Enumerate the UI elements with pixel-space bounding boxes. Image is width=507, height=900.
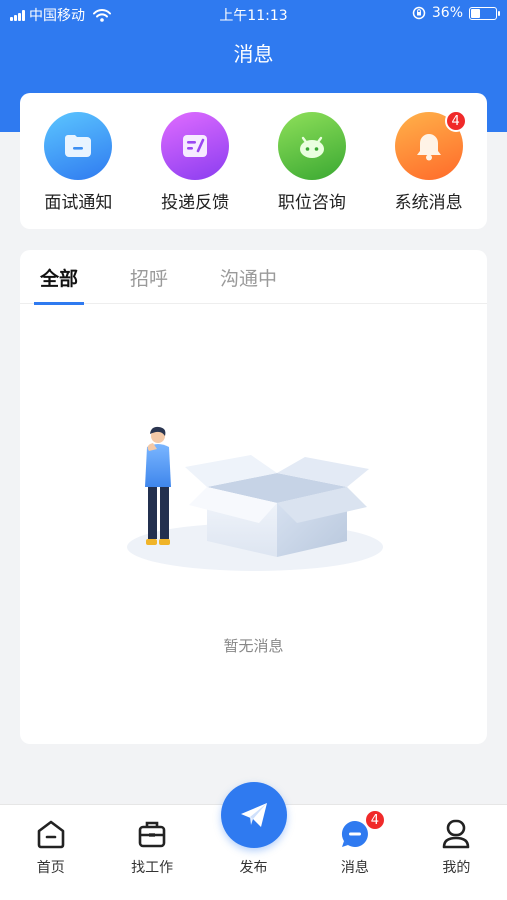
quick-action-consult[interactable]: 职位咨询 <box>254 93 371 229</box>
tabbar-label: 找工作 <box>131 860 174 876</box>
paper-plane-icon <box>241 803 267 827</box>
empty-state-text: 暂无消息 <box>223 637 284 655</box>
tabbar-label: 我的 <box>442 860 471 876</box>
tab-communicating[interactable]: 沟通中 <box>214 250 283 304</box>
orientation-lock-icon <box>412 6 426 20</box>
briefcase-icon <box>135 817 169 851</box>
status-bar: 中国移动 上午11:13 36% <box>0 0 507 28</box>
message-list-card: 全部 招呼 沟通中 暂无消息 <box>20 250 487 744</box>
tab-greetings[interactable]: 招呼 <box>124 250 174 304</box>
message-icon: 4 <box>338 809 386 851</box>
quick-action-label: 面试通知 <box>44 193 113 213</box>
folder-icon <box>44 112 113 180</box>
tabbar-label: 首页 <box>36 860 65 876</box>
feedback-icon <box>161 112 230 180</box>
empty-state-illustration <box>127 426 383 571</box>
tab-all[interactable]: 全部 <box>34 250 85 305</box>
quick-action-interview[interactable]: 面试通知 <box>20 93 137 229</box>
tabbar-label: 消息 <box>340 860 369 876</box>
tabbar-item-jobs[interactable]: 找工作 <box>101 805 202 900</box>
quick-actions-card: 面试通知 投递反馈 职位咨询 4 系统消息 <box>20 93 487 229</box>
battery-icon <box>469 6 500 20</box>
message-badge: 4 <box>363 809 386 831</box>
quick-action-system[interactable]: 4 系统消息 <box>370 93 487 229</box>
quick-action-label: 职位咨询 <box>277 193 346 213</box>
quick-action-feedback[interactable]: 投递反馈 <box>137 93 254 229</box>
page-title: 消息 <box>233 42 274 66</box>
profile-icon <box>439 817 473 851</box>
tabbar-item-profile[interactable]: 我的 <box>406 805 507 900</box>
quick-action-label: 投递反馈 <box>161 193 230 213</box>
chat-bot-icon <box>277 112 346 180</box>
home-icon <box>34 817 68 851</box>
message-tabs: 全部 招呼 沟通中 <box>20 250 487 305</box>
battery-percent: 36% <box>431 5 463 21</box>
tabbar-label: 发布 <box>239 860 268 876</box>
notification-badge: 4 <box>444 110 467 132</box>
quick-action-label: 系统消息 <box>394 193 463 213</box>
tabbar-item-messages[interactable]: 4 消息 <box>304 805 405 900</box>
tabbar-item-home[interactable]: 首页 <box>0 805 101 900</box>
bell-icon: 4 <box>394 110 467 180</box>
publish-button[interactable] <box>221 782 287 848</box>
